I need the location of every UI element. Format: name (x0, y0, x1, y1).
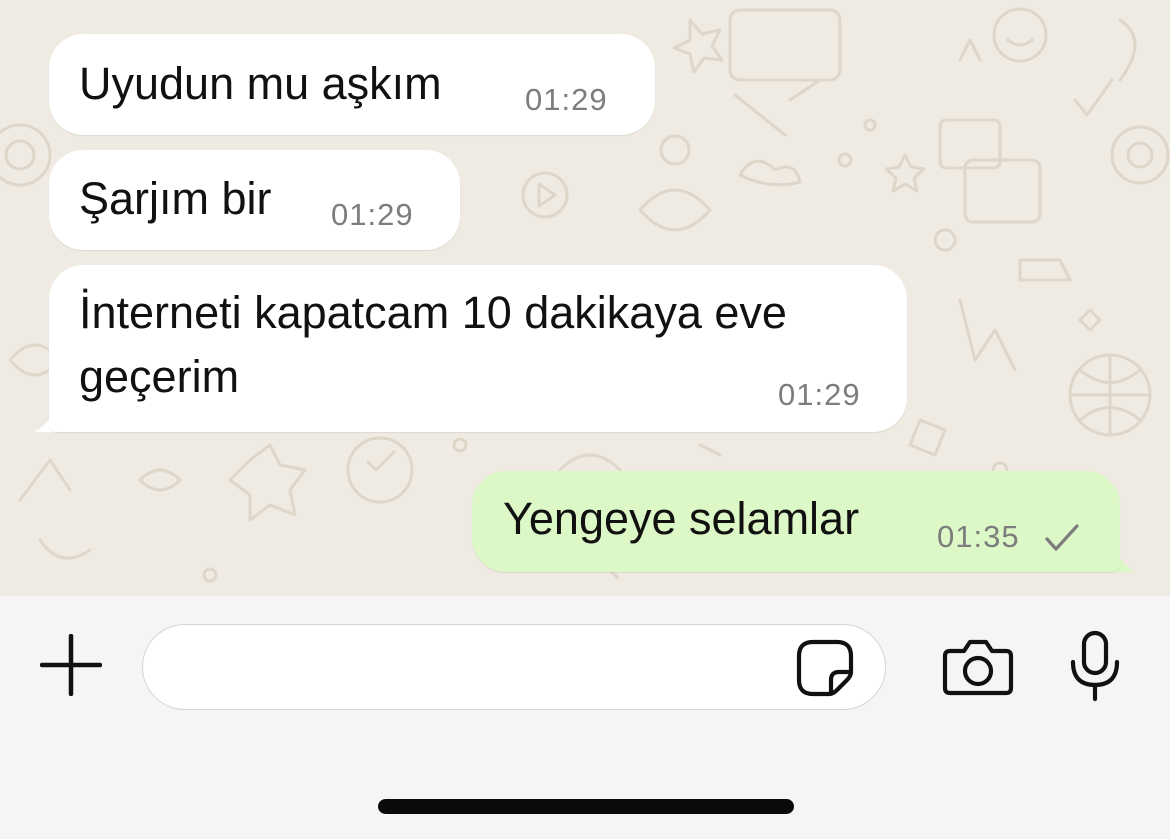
outgoing-message-bubble[interactable]: Yengeye selamlar 01:35 (472, 471, 1120, 572)
microphone-icon (1070, 630, 1120, 702)
message-timestamp: 01:29 (778, 377, 861, 412)
message-text: Şarjım bir (79, 173, 272, 224)
attach-button[interactable] (38, 632, 104, 698)
sticker-icon (796, 639, 854, 697)
message-text-line: geçerim (79, 351, 240, 402)
message-text-line: İnterneti kapatcam 10 dakikaya eve (79, 287, 787, 338)
microphone-button[interactable] (1064, 628, 1126, 704)
message-timestamp: 01:29 (331, 197, 414, 232)
plus-icon (40, 634, 102, 696)
message-composer (0, 596, 1170, 839)
incoming-message-bubble[interactable]: Şarjım bir 01:29 (49, 150, 460, 250)
message-timestamp: 01:35 (937, 519, 1020, 554)
message-timestamp: 01:29 (525, 82, 608, 117)
camera-button[interactable] (940, 634, 1016, 700)
camera-icon (942, 639, 1014, 696)
incoming-message-bubble[interactable]: İnterneti kapatcam 10 dakikaya eve geçer… (49, 265, 907, 432)
message-text: Uyudun mu aşkım (79, 58, 442, 109)
message-input[interactable] (142, 624, 886, 710)
chat-area[interactable]: Uyudun mu aşkım 01:29 Şarjım bir 01:29 İ… (0, 0, 1170, 596)
single-check-icon (1045, 524, 1079, 551)
home-indicator[interactable] (378, 799, 794, 814)
incoming-message-bubble[interactable]: Uyudun mu aşkım 01:29 (49, 34, 655, 135)
sticker-button[interactable] (792, 635, 858, 701)
message-text: Yengeye selamlar (503, 493, 860, 544)
